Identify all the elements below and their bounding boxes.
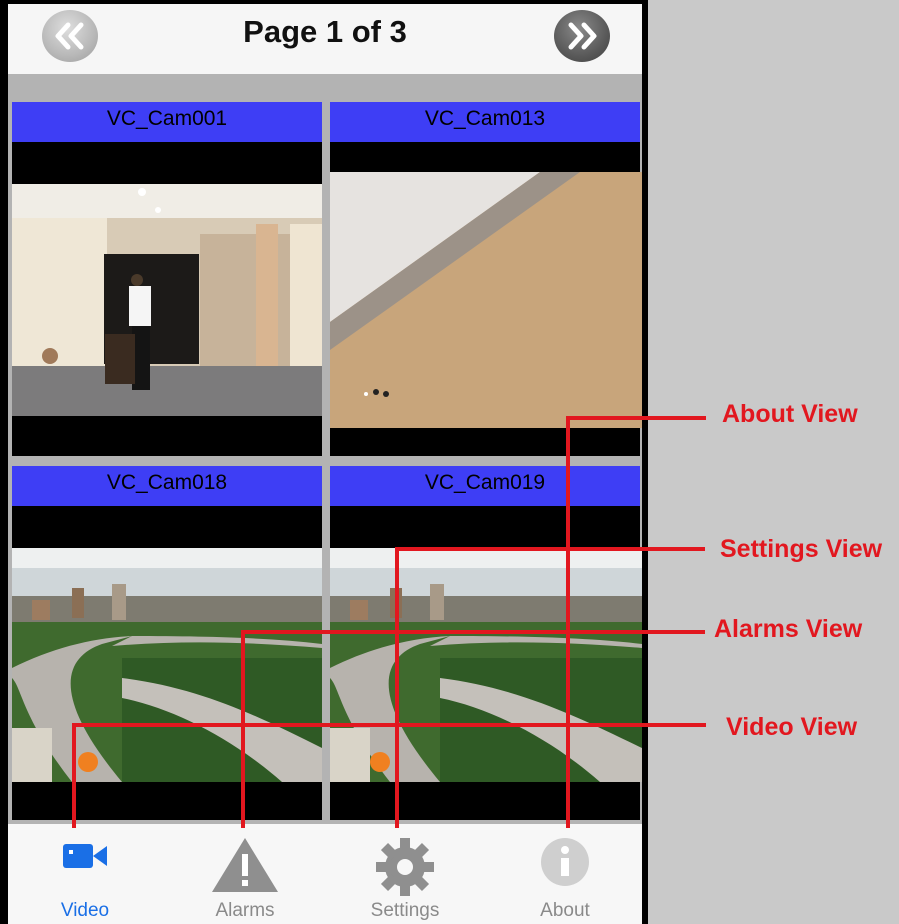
camera-name: VC_Cam019 — [330, 466, 640, 506]
warning-triangle-icon — [212, 838, 278, 892]
next-page-button[interactable] — [554, 10, 610, 62]
callout-line-video-vertical — [72, 723, 76, 828]
callout-line-alarms-horizontal — [241, 630, 705, 634]
callout-line-settings-vertical — [395, 547, 399, 828]
tab-label: Alarms — [215, 900, 275, 921]
callout-alarms-view: Alarms View — [714, 615, 863, 643]
callout-settings-view: Settings View — [720, 535, 883, 563]
video-camera-icon — [63, 844, 107, 868]
tab-label: About — [540, 900, 590, 921]
tab-video[interactable]: Video — [10, 824, 160, 924]
info-icon — [541, 838, 589, 886]
camera-tile[interactable]: VC_Cam013 — [330, 102, 642, 456]
tab-bar: Video Alarms Settings About — [8, 824, 642, 924]
tab-label: Video — [60, 900, 110, 921]
camera-feed[interactable] — [330, 172, 642, 428]
background-panel — [648, 0, 899, 924]
page-navbar: Page 1 of 3 — [8, 4, 642, 74]
tab-about[interactable]: About — [490, 824, 640, 924]
callout-line-about-horizontal — [566, 416, 706, 420]
callout-video-view: Video View — [726, 713, 858, 741]
camera-name: VC_Cam018 — [12, 466, 322, 506]
page-title: Page 1 of 3 — [243, 14, 407, 49]
camera-name: VC_Cam013 — [330, 102, 640, 142]
camera-name: VC_Cam001 — [12, 102, 322, 142]
camera-tile[interactable]: VC_Cam018 — [12, 466, 322, 820]
callout-line-settings-horizontal — [395, 547, 705, 551]
callout-line-about-vertical — [566, 416, 570, 828]
camera-feed[interactable] — [12, 548, 322, 782]
camera-feed[interactable] — [330, 548, 642, 782]
camera-tile[interactable]: VC_Cam001 — [12, 102, 322, 456]
double-chevron-right-icon — [568, 22, 597, 50]
callout-line-video-horizontal — [72, 723, 706, 727]
tab-alarms[interactable]: Alarms — [170, 824, 320, 924]
camera-feed[interactable] — [12, 184, 322, 416]
tab-settings[interactable]: Settings — [330, 824, 480, 924]
tab-label: Settings — [370, 900, 440, 921]
camera-tile[interactable]: VC_Cam019 — [330, 466, 642, 820]
gear-icon — [376, 838, 434, 896]
callout-about-view: About View — [722, 400, 858, 428]
callout-line-alarms-vertical — [241, 630, 245, 828]
